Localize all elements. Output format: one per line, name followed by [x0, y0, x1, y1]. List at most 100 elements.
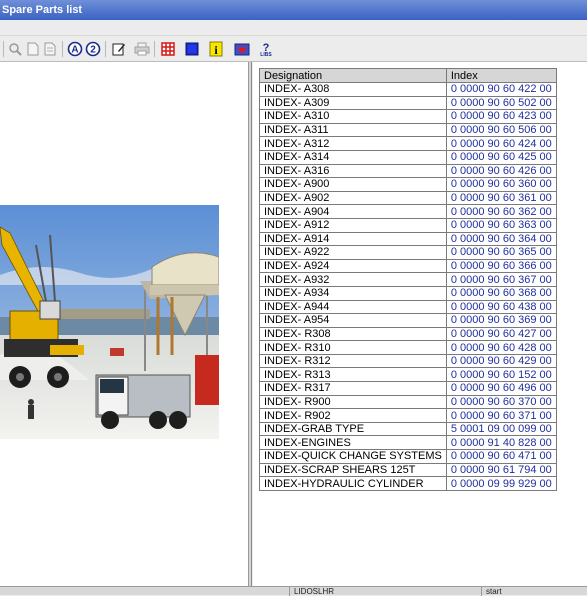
zoom-icon[interactable]: [6, 40, 24, 58]
table-row[interactable]: INDEX- A934 0 0000 90 60 368 00: [259, 285, 557, 301]
designation-cell[interactable]: INDEX- R312: [259, 353, 447, 369]
designation-cell[interactable]: INDEX- A312: [259, 136, 447, 151]
index-cell[interactable]: 0 0000 90 60 368 00: [445, 285, 557, 301]
designation-cell[interactable]: INDEX-QUICK CHANGE SYSTEMS: [259, 449, 447, 464]
circle-a-icon[interactable]: A: [66, 40, 84, 58]
table-row[interactable]: INDEX- A924 0 0000 90 60 366 00: [259, 258, 557, 274]
column-header-index[interactable]: Index: [445, 68, 557, 83]
designation-cell[interactable]: INDEX- A310: [259, 109, 447, 124]
table-row[interactable]: INDEX- R900 0 0000 90 60 370 00: [259, 394, 557, 410]
index-cell[interactable]: 0 0000 90 60 425 00: [445, 149, 557, 165]
table-row[interactable]: INDEX- R313 0 0000 90 60 152 00: [259, 367, 557, 383]
designation-cell[interactable]: INDEX- R310: [259, 340, 447, 355]
index-cell[interactable]: 0 0000 90 60 496 00: [445, 381, 557, 396]
index-cell[interactable]: 0 0000 90 60 471 00: [445, 449, 557, 464]
table-row[interactable]: INDEX-ENGINES 0 0000 91 40 828 00: [259, 435, 557, 451]
designation-cell[interactable]: INDEX- R317: [259, 381, 447, 396]
printer-icon[interactable]: [133, 40, 151, 58]
table-row[interactable]: INDEX- A922 0 0000 90 60 365 00: [259, 245, 557, 260]
heart-box-icon[interactable]: [233, 40, 251, 58]
index-cell[interactable]: 0 0000 90 60 428 00: [445, 340, 557, 355]
designation-cell[interactable]: INDEX-ENGINES: [259, 435, 447, 451]
designation-cell[interactable]: INDEX- A900: [259, 177, 447, 192]
designation-cell[interactable]: INDEX- A309: [259, 95, 447, 111]
designation-cell[interactable]: INDEX- A912: [259, 217, 447, 233]
table-row[interactable]: INDEX-SCRAP SHEARS 125T 0 0000 90 61 794 …: [259, 462, 557, 478]
designation-cell[interactable]: INDEX- A316: [259, 163, 447, 179]
table-row[interactable]: INDEX-HYDRAULIC CYLINDER 0 0000 09 99 929…: [259, 476, 557, 491]
index-cell[interactable]: 5 0001 09 00 099 00: [445, 421, 557, 437]
table-row[interactable]: INDEX- A904 0 0000 90 60 362 00: [259, 204, 557, 219]
table-row[interactable]: INDEX- R310 0 0000 90 60 428 00: [259, 340, 557, 355]
table-row[interactable]: INDEX- A954 0 0000 90 60 369 00: [259, 313, 557, 328]
index-cell[interactable]: 0 0000 90 60 427 00: [445, 326, 557, 342]
table-row[interactable]: INDEX- A902 0 0000 90 60 361 00: [259, 190, 557, 206]
table-row[interactable]: INDEX- A914 0 0000 90 60 364 00: [259, 231, 557, 247]
index-cell[interactable]: 0 0000 90 60 361 00: [445, 190, 557, 206]
designation-cell[interactable]: INDEX- A922: [259, 245, 447, 260]
designation-cell[interactable]: INDEX- A308: [259, 82, 447, 97]
designation-cell[interactable]: INDEX- A954: [259, 313, 447, 328]
designation-cell[interactable]: INDEX- A924: [259, 258, 447, 274]
designation-cell[interactable]: INDEX- R900: [259, 394, 447, 410]
index-cell[interactable]: 0 0000 09 99 929 00: [445, 476, 557, 491]
designation-cell[interactable]: INDEX- A314: [259, 149, 447, 165]
designation-cell[interactable]: INDEX- R313: [259, 367, 447, 383]
index-cell[interactable]: 0 0000 90 60 422 00: [445, 82, 557, 97]
index-cell[interactable]: 0 0000 90 61 794 00: [445, 462, 557, 478]
table-row[interactable]: INDEX- A944 0 0000 90 60 438 00: [259, 299, 557, 315]
info-icon[interactable]: i: [207, 40, 225, 58]
table-row[interactable]: INDEX- A912 0 0000 90 60 363 00: [259, 217, 557, 233]
table-row[interactable]: INDEX- A900 0 0000 90 60 360 00: [259, 177, 557, 192]
designation-cell[interactable]: INDEX- A934: [259, 285, 447, 301]
index-cell[interactable]: 0 0000 90 60 363 00: [445, 217, 557, 233]
designation-cell[interactable]: INDEX- R308: [259, 326, 447, 342]
circle-2-icon[interactable]: 2: [84, 40, 102, 58]
index-cell[interactable]: 0 0000 90 60 423 00: [445, 109, 557, 124]
red-grid-icon[interactable]: [159, 40, 177, 58]
designation-cell[interactable]: INDEX- R902: [259, 408, 447, 423]
column-header-designation[interactable]: Designation: [259, 68, 447, 83]
index-cell[interactable]: 0 0000 90 60 502 00: [445, 95, 557, 111]
table-row[interactable]: INDEX- R317 0 0000 90 60 496 00: [259, 381, 557, 396]
table-row[interactable]: INDEX-GRAB TYPE 5 0001 09 00 099 00: [259, 421, 557, 437]
index-cell[interactable]: 0 0000 90 60 369 00: [445, 313, 557, 328]
index-cell[interactable]: 0 0000 90 60 367 00: [445, 272, 557, 287]
page-icon[interactable]: [24, 40, 42, 58]
index-cell[interactable]: 0 0000 90 60 362 00: [445, 204, 557, 219]
index-cell[interactable]: 0 0000 90 60 364 00: [445, 231, 557, 247]
pane-splitter[interactable]: [249, 62, 252, 586]
table-row[interactable]: INDEX- A311 0 0000 90 60 506 00: [259, 122, 557, 138]
table-row[interactable]: INDEX- A932 0 0000 90 60 367 00: [259, 272, 557, 287]
index-cell[interactable]: 0 0000 90 60 365 00: [445, 245, 557, 260]
index-cell[interactable]: 0 0000 90 60 426 00: [445, 163, 557, 179]
designation-cell[interactable]: INDEX-SCRAP SHEARS 125T: [259, 462, 447, 478]
page-copy-icon[interactable]: [41, 40, 59, 58]
table-row[interactable]: INDEX- A314 0 0000 90 60 425 00: [259, 149, 557, 165]
help-icon[interactable]: ? LIBS: [256, 40, 276, 58]
index-cell[interactable]: 0 0000 90 60 360 00: [445, 177, 557, 192]
index-cell[interactable]: 0 0000 90 60 506 00: [445, 122, 557, 138]
table-row[interactable]: INDEX- R902 0 0000 90 60 371 00: [259, 408, 557, 423]
index-cell[interactable]: 0 0000 90 60 370 00: [445, 394, 557, 410]
index-cell[interactable]: 0 0000 90 60 152 00: [445, 367, 557, 383]
table-row[interactable]: INDEX- A309 0 0000 90 60 502 00: [259, 95, 557, 111]
designation-cell[interactable]: INDEX- A904: [259, 204, 447, 219]
edit-icon[interactable]: [110, 40, 128, 58]
designation-cell[interactable]: INDEX- A311: [259, 122, 447, 138]
designation-cell[interactable]: INDEX- A914: [259, 231, 447, 247]
table-row[interactable]: INDEX-QUICK CHANGE SYSTEMS 0 0000 90 60 4…: [259, 449, 557, 464]
index-cell[interactable]: 0 0000 90 60 371 00: [445, 408, 557, 423]
designation-cell[interactable]: INDEX- A902: [259, 190, 447, 206]
table-row[interactable]: INDEX- A312 0 0000 90 60 424 00: [259, 136, 557, 151]
index-cell[interactable]: 0 0000 90 60 366 00: [445, 258, 557, 274]
table-row[interactable]: INDEX- A316 0 0000 90 60 426 00: [259, 163, 557, 179]
index-cell[interactable]: 0 0000 91 40 828 00: [445, 435, 557, 451]
designation-cell[interactable]: INDEX- A932: [259, 272, 447, 287]
designation-cell[interactable]: INDEX-GRAB TYPE: [259, 421, 447, 437]
index-cell[interactable]: 0 0000 90 60 429 00: [445, 353, 557, 369]
table-row[interactable]: INDEX- A310 0 0000 90 60 423 00: [259, 109, 557, 124]
blue-square-icon[interactable]: [183, 40, 201, 58]
designation-cell[interactable]: INDEX- A944: [259, 299, 447, 315]
designation-cell[interactable]: INDEX-HYDRAULIC CYLINDER: [259, 476, 447, 491]
